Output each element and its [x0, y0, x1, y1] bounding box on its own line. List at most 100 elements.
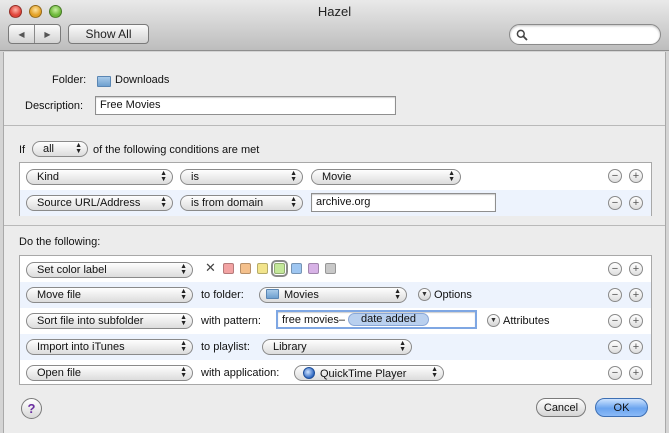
condition-operator: is from domain: [191, 197, 264, 209]
actions-header: Do the following:: [19, 236, 101, 248]
color-swatch[interactable]: [257, 263, 268, 274]
condition-attribute: Kind: [37, 171, 60, 183]
popup-arrows-icon: ▲ ▼: [399, 340, 406, 353]
condition-operator-popup[interactable]: is ▲ ▼: [180, 169, 303, 185]
popup-arrows-icon: ▲ ▼: [431, 366, 438, 379]
back-forward-control: ◀ ▶: [8, 24, 61, 44]
divider: [4, 125, 665, 126]
remove-action-button[interactable]: −: [608, 288, 622, 302]
color-swatch[interactable]: [325, 263, 336, 274]
add-action-button[interactable]: +: [629, 262, 643, 276]
rule-editor-sheet: Folder: Downloads Description: Free Movi…: [3, 52, 666, 433]
condition-value: Movie: [322, 171, 352, 183]
remove-action-button[interactable]: −: [608, 366, 622, 380]
search-field[interactable]: [509, 24, 661, 45]
target-folder-popup[interactable]: Movies ▲ ▼: [259, 287, 407, 303]
match-popup[interactable]: all ▲ ▼: [32, 141, 88, 157]
add-action-button[interactable]: +: [629, 288, 643, 302]
action-name: Move file: [37, 289, 82, 301]
add-condition-button[interactable]: +: [629, 169, 643, 183]
add-action-button[interactable]: +: [629, 366, 643, 380]
color-swatch[interactable]: [223, 263, 234, 274]
action-popup[interactable]: Open file ▲ ▼: [26, 365, 193, 381]
pattern-token[interactable]: date added: [347, 313, 430, 326]
folder-label: Folder:: [52, 74, 87, 86]
condition-row: Kind ▲ ▼ is ▲ ▼ Movie ▲ ▼ − +: [20, 163, 651, 189]
popup-arrows-icon: ▲ ▼: [448, 170, 455, 183]
popup-arrows-icon: ▲ ▼: [160, 196, 167, 209]
help-button[interactable]: ?: [21, 398, 42, 419]
popup-arrows-icon: ▲ ▼: [180, 314, 187, 327]
condition-row: Source URL/Address ▲ ▼ is from domain ▲ ▼ …: [20, 190, 651, 216]
add-condition-button[interactable]: +: [629, 196, 643, 210]
window-title: Hazel: [317, 4, 352, 19]
condition-attribute-popup[interactable]: Kind ▲ ▼: [26, 169, 173, 185]
remove-action-button[interactable]: −: [608, 314, 622, 328]
playlist-name: Library: [273, 341, 307, 353]
condition-operator-popup[interactable]: is from domain ▲ ▼: [180, 195, 303, 211]
action-row: Import into iTunes ▲ ▼ to playlist: Libra…: [20, 334, 651, 360]
folder-name: Downloads: [115, 74, 170, 86]
forward-arrow-icon[interactable]: ▶: [35, 25, 60, 43]
clear-color-icon[interactable]: ✕: [205, 260, 216, 276]
condition-value-popup[interactable]: Movie ▲ ▼: [311, 169, 461, 185]
playlist-popup[interactable]: Library ▲ ▼: [262, 339, 412, 355]
quicktime-icon: [303, 367, 315, 379]
application-name: QuickTime Player: [320, 368, 407, 380]
pattern-field[interactable]: free movies– date added: [276, 310, 477, 329]
color-swatch[interactable]: [308, 263, 319, 274]
action-target-label: with application:: [201, 367, 280, 379]
conditions-suffix: of the following conditions are met: [93, 144, 260, 156]
popup-arrows-icon: ▲ ▼: [180, 366, 187, 379]
conditions-list: Kind ▲ ▼ is ▲ ▼ Movie ▲ ▼ − + Source URL/Ad…: [19, 162, 652, 216]
color-swatch[interactable]: [240, 263, 251, 274]
ok-button[interactable]: OK: [595, 398, 648, 417]
color-swatch[interactable]: [271, 260, 288, 277]
condition-attribute-popup[interactable]: Source URL/Address ▲ ▼: [26, 195, 173, 211]
show-all-button[interactable]: Show All: [68, 24, 149, 44]
color-swatch[interactable]: [291, 263, 302, 274]
add-action-button[interactable]: +: [629, 314, 643, 328]
description-label: Description:: [25, 100, 84, 112]
actions-list: Set color label ▲ ▼ ✕ − + Move file ▲ ▼ to…: [19, 255, 652, 385]
action-popup[interactable]: Set color label ▲ ▼: [26, 262, 193, 278]
target-folder: Movies: [284, 289, 319, 301]
action-popup[interactable]: Sort file into subfolder ▲ ▼: [26, 313, 193, 329]
search-icon: [516, 29, 528, 41]
action-target-label: with pattern:: [201, 315, 261, 327]
action-name: Open file: [37, 367, 82, 379]
action-popup[interactable]: Import into iTunes ▲ ▼: [26, 339, 193, 355]
folder-icon: [97, 76, 111, 87]
popup-arrows-icon: ▲ ▼: [394, 288, 401, 301]
attributes-label[interactable]: Attributes: [503, 315, 549, 327]
popup-arrows-icon: ▲ ▼: [160, 170, 167, 183]
search-input[interactable]: [532, 27, 654, 42]
options-disclosure-icon[interactable]: ▼: [418, 288, 431, 301]
description-field[interactable]: Free Movies: [95, 96, 396, 115]
action-name: Sort file into subfolder: [37, 315, 144, 327]
remove-action-button[interactable]: −: [608, 262, 622, 276]
options-label[interactable]: Options: [434, 289, 472, 301]
condition-operator: is: [191, 171, 199, 183]
pattern-text: free movies–: [282, 314, 345, 326]
action-popup[interactable]: Move file ▲ ▼: [26, 287, 193, 303]
attributes-disclosure-icon[interactable]: ▼: [487, 314, 500, 327]
popup-arrows-icon: ▲ ▼: [75, 142, 82, 155]
action-row: Open file ▲ ▼ with application: QuickTime…: [20, 360, 651, 386]
action-row: Set color label ▲ ▼ ✕ − +: [20, 256, 651, 282]
remove-condition-button[interactable]: −: [608, 169, 622, 183]
folder-icon: [266, 289, 279, 299]
cancel-button[interactable]: Cancel: [536, 398, 586, 417]
title-bar: Hazel ◀ ▶ Show All: [0, 0, 669, 51]
remove-condition-button[interactable]: −: [608, 196, 622, 210]
divider: [4, 225, 665, 226]
back-arrow-icon[interactable]: ◀: [9, 25, 35, 43]
remove-action-button[interactable]: −: [608, 340, 622, 354]
application-popup[interactable]: QuickTime Player ▲ ▼: [294, 365, 444, 381]
condition-value-field[interactable]: archive.org: [311, 193, 496, 212]
action-row: Sort file into subfolder ▲ ▼ with pattern…: [20, 308, 651, 334]
popup-arrows-icon: ▲ ▼: [180, 263, 187, 276]
condition-attribute: Source URL/Address: [37, 197, 141, 209]
add-action-button[interactable]: +: [629, 340, 643, 354]
action-target-label: to folder:: [201, 289, 244, 301]
